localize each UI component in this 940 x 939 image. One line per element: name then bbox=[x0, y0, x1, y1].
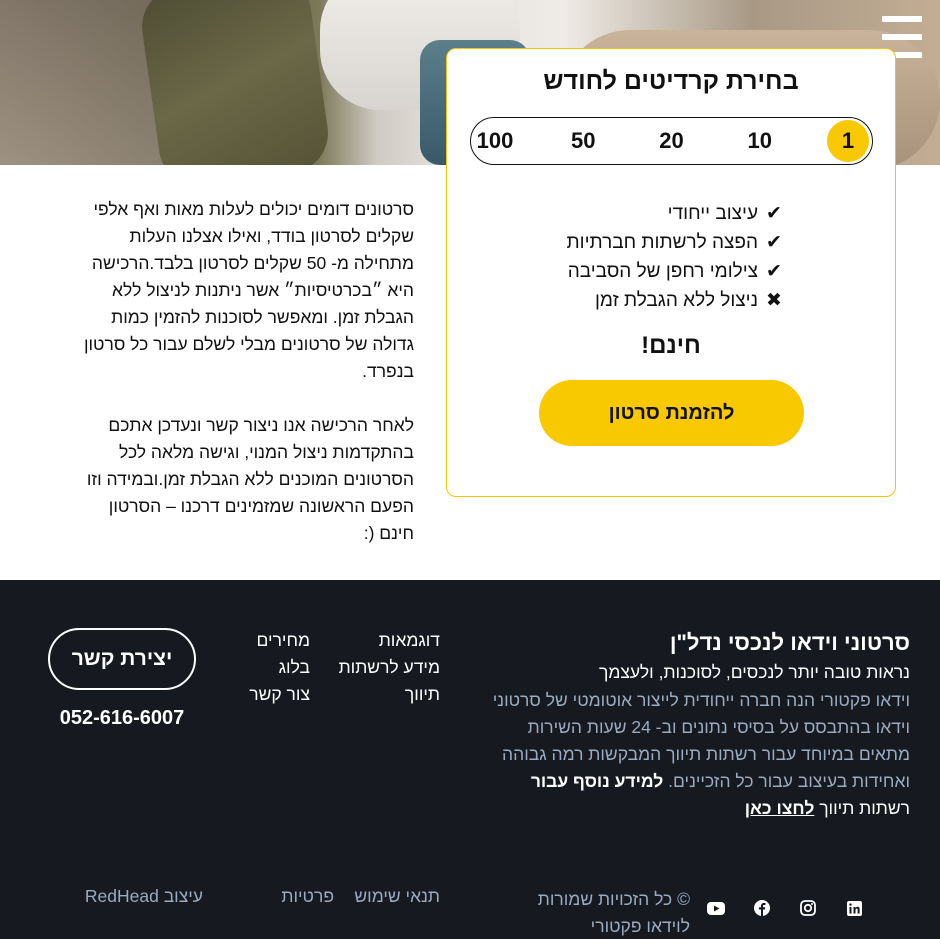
footer-link-networks[interactable]: מידע לרשתות bbox=[339, 654, 440, 681]
credit-option-1[interactable]: 1 bbox=[827, 120, 869, 162]
feature-list: ✔ עיצוב ייחודי ✔ הפצה לרשתות חברתיות ✔ צ… bbox=[567, 199, 782, 315]
feature-label: ניצול ללא הגבלת זמן bbox=[594, 290, 758, 311]
paragraph: סרטונים דומים יכולים לעלות מאות ואף אלפי… bbox=[83, 199, 414, 381]
check-icon: ✔ bbox=[766, 261, 782, 282]
check-icon: ✔ bbox=[766, 232, 782, 253]
instagram-icon[interactable] bbox=[798, 898, 818, 918]
x-icon: ✖ bbox=[766, 290, 782, 311]
footer-link-prices[interactable]: מחירים bbox=[249, 627, 311, 654]
credit-option-10[interactable]: 10 bbox=[739, 120, 781, 162]
footer-link-brokerage[interactable]: תיווך bbox=[339, 681, 440, 708]
paragraph: לאחר הרכישה אנו ניצור קשר ונעדכן אתכם בה… bbox=[86, 415, 414, 543]
linkedin-icon[interactable] bbox=[844, 898, 864, 918]
more-info-plain: רשתות תיווך bbox=[819, 798, 910, 818]
footer-links-col1: דוגמאות מידע לרשתות תיווך bbox=[339, 627, 440, 708]
more-info-label: למידע נוסף עבור bbox=[530, 771, 664, 791]
terms-link[interactable]: תנאי שימוש bbox=[354, 886, 440, 907]
feature-label: עיצוב ייחודי bbox=[667, 203, 758, 224]
price-label: חינם! bbox=[641, 332, 701, 359]
click-here-link[interactable]: לחצו כאן bbox=[745, 798, 815, 818]
footer-title: סרטוני וידאו לנכסי נדל"ן bbox=[669, 630, 910, 655]
credit-option-100[interactable]: 100 bbox=[474, 120, 516, 162]
contact-button[interactable]: יצירת קשר bbox=[48, 628, 196, 690]
footer-link-blog[interactable]: בלוג bbox=[249, 654, 310, 681]
feature-label: צילומי רחפן של הסביבה bbox=[567, 261, 758, 282]
check-icon: ✔ bbox=[766, 203, 782, 224]
footer-description: וידאו פקטורי הנה חברה ייחודית לייצור אוט… bbox=[485, 687, 910, 822]
credit-option-20[interactable]: 20 bbox=[651, 120, 693, 162]
order-video-button[interactable]: להזמנת סרטון bbox=[539, 380, 804, 446]
description-text: סרטונים דומים יכולים לעלות מאות ואף אלפי… bbox=[78, 196, 414, 547]
feature-label: הפצה לרשתות חברתיות bbox=[566, 232, 758, 253]
design-credit-link[interactable]: עיצוב RedHead bbox=[85, 886, 203, 907]
feature-item: ✔ הפצה לרשתות חברתיות bbox=[567, 228, 782, 257]
credit-option-50[interactable]: 50 bbox=[562, 120, 604, 162]
feature-item: ✔ עיצוב ייחודי bbox=[567, 199, 782, 228]
card-title: בחירת קרדיטים לחודש bbox=[543, 67, 799, 95]
privacy-link[interactable]: פרטיות bbox=[281, 886, 334, 907]
feature-item: ✔ צילומי רחפן של הסביבה bbox=[567, 257, 782, 286]
footer: סרטוני וידאו לנכסי נדל"ן נראות טובה יותר… bbox=[0, 580, 940, 939]
footer-link-contact[interactable]: צור קשר bbox=[249, 681, 310, 708]
social-links bbox=[706, 898, 864, 918]
youtube-icon[interactable] bbox=[706, 898, 726, 918]
footer-subtitle: נראות טובה יותר לנכסים, לסוכנות, ולעצמך bbox=[598, 662, 910, 682]
credit-slider[interactable]: 1 10 20 50 100 bbox=[470, 117, 873, 165]
phone-number[interactable]: 052-616-6007 bbox=[48, 707, 196, 730]
facebook-icon[interactable] bbox=[752, 898, 772, 918]
copyright-text: © כל הזכויות שמורות לוידאו פקטורי bbox=[537, 889, 690, 936]
pricing-card: בחירת קרדיטים לחודש 1 10 20 50 100 ✔ עיצ… bbox=[446, 48, 896, 497]
feature-item: ✖ ניצול ללא הגבלת זמן bbox=[567, 286, 782, 315]
footer-links-col2: מחירים בלוג צור קשר bbox=[249, 627, 310, 708]
footer-link-examples[interactable]: דוגמאות bbox=[339, 627, 440, 654]
